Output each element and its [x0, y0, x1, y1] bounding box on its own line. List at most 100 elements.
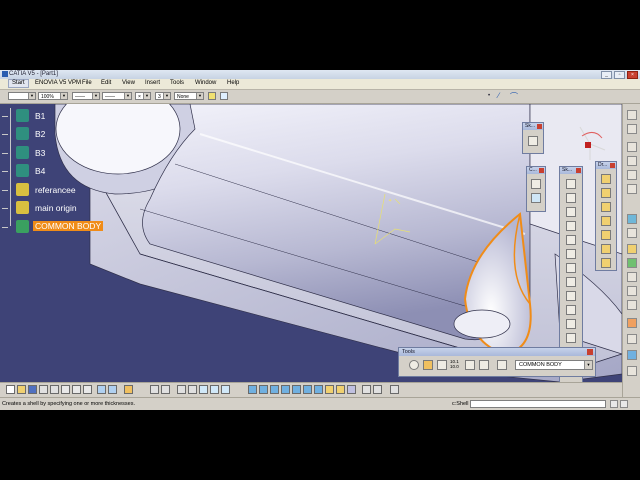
hole-icon[interactable] [566, 235, 576, 245]
zoom-out-icon[interactable] [303, 385, 312, 394]
design-table-icon[interactable] [177, 385, 186, 394]
rendering-style-field[interactable]: 3 ▼ [155, 92, 171, 100]
close-icon[interactable] [539, 168, 544, 173]
menu-file[interactable]: File [82, 80, 92, 86]
pan-icon[interactable] [270, 385, 279, 394]
thick-surface-icon[interactable] [566, 333, 576, 343]
body-selector[interactable]: COMMON BODY ▼ [515, 360, 593, 370]
point-icon[interactable]: • [488, 93, 490, 99]
normal-view-icon[interactable] [314, 385, 323, 394]
knowledge-icon[interactable] [161, 385, 170, 394]
edge-fillet-icon[interactable] [601, 174, 611, 184]
menu-insert[interactable]: Insert [145, 80, 160, 86]
catalog-icon[interactable] [479, 360, 489, 370]
3d-viewport[interactable]: ✦ B1 B2 B3 B4 referancee main origin COM… [0, 104, 622, 382]
redo-icon[interactable] [108, 385, 117, 394]
sketch-icon[interactable] [528, 136, 538, 146]
whats-this-icon[interactable] [124, 385, 133, 394]
point-tool-icon[interactable] [627, 156, 637, 166]
assemble-icon[interactable] [627, 258, 637, 268]
remove-face-icon[interactable] [601, 258, 611, 268]
grid-icon[interactable] [465, 360, 475, 370]
annotation-icon[interactable] [627, 334, 637, 344]
line-thickness-field[interactable]: —— ▼ [72, 92, 100, 100]
surface-icon[interactable] [627, 214, 637, 224]
body-insert-icon[interactable] [627, 228, 637, 238]
law-icon[interactable] [188, 385, 197, 394]
workbench-icon[interactable] [627, 110, 637, 120]
swap-space-icon[interactable] [373, 385, 382, 394]
remove-loft-icon[interactable] [566, 305, 576, 315]
shaft-icon[interactable] [566, 207, 576, 217]
new-icon[interactable] [6, 385, 15, 394]
transparency-field[interactable]: 100% ▼ [38, 92, 68, 100]
pad-icon[interactable] [566, 179, 576, 189]
pocket-icon[interactable] [566, 193, 576, 203]
undo-icon[interactable] [97, 385, 106, 394]
eraser-icon[interactable] [497, 360, 507, 370]
measure-icon[interactable] [437, 360, 447, 370]
menu-help[interactable]: Help [227, 80, 239, 86]
formula-icon[interactable] [150, 385, 159, 394]
swap-visible-icon[interactable] [221, 385, 230, 394]
fly-mode-icon[interactable] [248, 385, 257, 394]
command-stop-icon[interactable] [610, 400, 618, 408]
groove-icon[interactable] [566, 221, 576, 231]
transform-icon[interactable] [627, 272, 637, 282]
layer-field[interactable]: None ▼ [174, 92, 204, 100]
curve-icon[interactable]: ⌒ [510, 91, 518, 102]
mirror-icon[interactable] [627, 286, 637, 296]
plane-icon[interactable] [627, 142, 637, 152]
print-icon[interactable] [39, 385, 48, 394]
isometric-view-icon[interactable] [336, 385, 345, 394]
minimize-button[interactable]: _ [601, 71, 612, 79]
loft-icon[interactable] [566, 291, 576, 301]
hide-show-icon[interactable] [210, 385, 219, 394]
slot-icon[interactable] [566, 263, 576, 273]
boolean-icon[interactable] [627, 244, 637, 254]
split-icon[interactable] [566, 319, 576, 329]
analysis-toolbar-icon[interactable] [390, 385, 399, 394]
color-field[interactable]: ▼ [8, 92, 36, 100]
menu-tools[interactable]: Tools [170, 80, 184, 86]
shading-icon[interactable] [347, 385, 356, 394]
sketcher-icon[interactable] [627, 124, 637, 134]
constraint-icon[interactable] [531, 179, 541, 189]
hide-icon[interactable] [362, 385, 371, 394]
restore-button[interactable]: ▫ [614, 71, 625, 79]
copy-icon[interactable] [72, 385, 81, 394]
close-icon[interactable] [587, 349, 593, 355]
line-tool-icon[interactable] [627, 170, 637, 180]
thickness-icon[interactable] [601, 230, 611, 240]
pattern-icon[interactable] [627, 300, 637, 310]
cut-icon[interactable] [61, 385, 70, 394]
zoom-in-icon[interactable] [292, 385, 301, 394]
chamfer-icon[interactable] [601, 188, 611, 198]
scan-icon[interactable] [199, 385, 208, 394]
open-icon[interactable] [17, 385, 26, 394]
close-icon[interactable] [537, 124, 542, 129]
menu-enovia[interactable]: ENOVIA V5 VPM [35, 80, 81, 86]
rotate-icon[interactable] [281, 385, 290, 394]
menu-view[interactable]: View [122, 80, 135, 86]
thread-icon[interactable] [601, 244, 611, 254]
close-button[interactable]: × [627, 71, 638, 79]
update-icon[interactable] [409, 360, 419, 370]
stiffener-icon[interactable] [566, 277, 576, 287]
power-input-field[interactable] [470, 400, 606, 408]
paint-brush-icon[interactable] [220, 92, 228, 100]
close-icon[interactable] [576, 168, 581, 173]
menu-edit[interactable]: Edit [101, 80, 111, 86]
save-icon[interactable] [28, 385, 37, 394]
contact-constraint-icon[interactable] [531, 193, 541, 203]
paste-icon[interactable] [83, 385, 92, 394]
multi-view-icon[interactable] [325, 385, 334, 394]
fit-all-icon[interactable] [259, 385, 268, 394]
format-painter-icon[interactable] [208, 92, 216, 100]
menu-window[interactable]: Window [195, 80, 216, 86]
rib-icon[interactable] [566, 249, 576, 259]
axis-system-icon[interactable] [423, 360, 433, 370]
quick-print-icon[interactable] [50, 385, 59, 394]
point-type-field[interactable]: × ▼ [135, 92, 151, 100]
draft-icon[interactable] [601, 202, 611, 212]
